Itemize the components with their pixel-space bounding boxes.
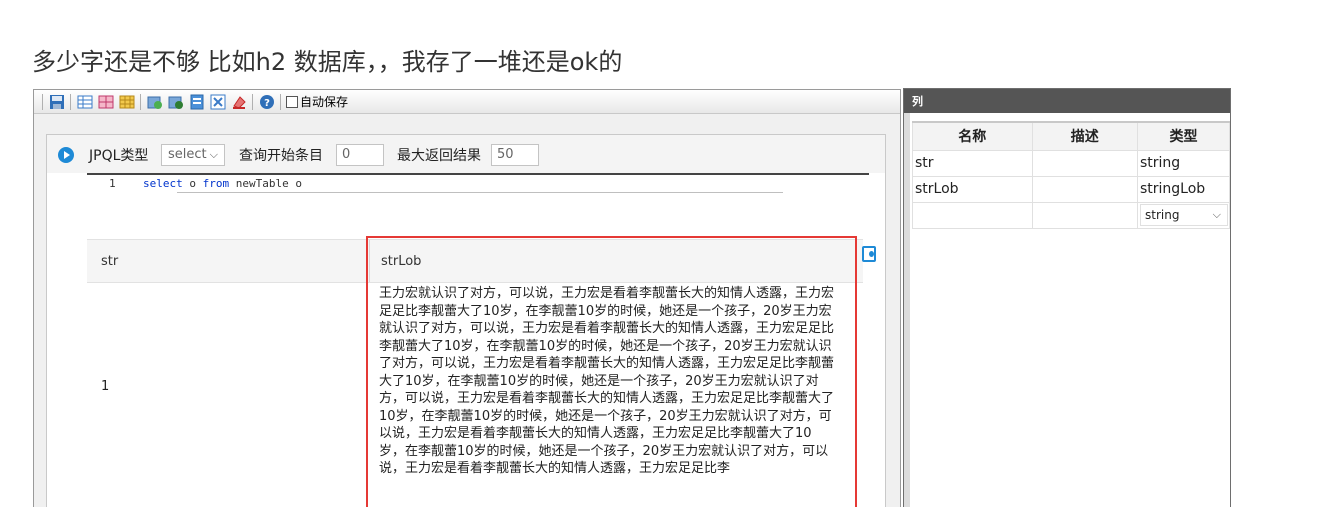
toolbar-separator: [70, 93, 71, 110]
refresh-icon[interactable]: [146, 94, 163, 110]
toolbar-separator: [140, 93, 141, 110]
toolbar-separator: [42, 93, 43, 110]
max-results-input[interactable]: 50: [491, 144, 539, 166]
type-select[interactable]: string ⌵: [1139, 204, 1228, 226]
autosave-checkbox[interactable]: 自动保存: [286, 93, 348, 110]
query-options-bar: JPQL类型 select ⌵ 查询开始条目 0 最大返回结果 50: [47, 135, 885, 173]
page-heading: 多少字还是不够 比如h2 数据库，，我存了一堆还是ok的: [32, 48, 623, 76]
jpql-type-select[interactable]: select ⌵: [161, 144, 225, 166]
toolbar-separator: [280, 93, 281, 110]
table-row[interactable]: str string: [912, 149, 1231, 177]
line-number: 1: [109, 177, 116, 190]
export-icon[interactable]: [862, 246, 876, 262]
jpql-type-label: JPQL类型: [89, 148, 149, 164]
chevron-down-icon: ⌵: [1212, 208, 1221, 221]
cell-str[interactable]: 1: [101, 379, 109, 394]
column-header-name[interactable]: 名称: [912, 121, 1033, 151]
column-header-str[interactable]: str: [101, 254, 118, 269]
table-icon[interactable]: [76, 94, 93, 110]
column-header-type[interactable]: 类型: [1136, 121, 1231, 151]
document-icon[interactable]: [188, 94, 205, 110]
run-query-icon[interactable]: [58, 147, 74, 163]
column-type-cell[interactable]: stringLob: [1136, 175, 1231, 203]
new-column-name-cell[interactable]: [912, 201, 1033, 229]
table-row[interactable]: strLob stringLob: [912, 175, 1231, 203]
editor-underline: [177, 192, 783, 193]
autosave-label: 自动保存: [300, 95, 349, 109]
keyword-from: from: [202, 177, 230, 190]
table-row-new[interactable]: string ⌵: [912, 201, 1231, 229]
column-panel: 列 名称 描述 类型 str string strLob stringLob s…: [903, 88, 1231, 507]
code-text: newTable o: [229, 177, 302, 190]
export-excel-icon[interactable]: [209, 94, 226, 110]
column-table: 名称 描述 类型 str string strLob stringLob str…: [912, 121, 1231, 229]
save-icon[interactable]: [48, 94, 65, 110]
column-header-desc[interactable]: 描述: [1031, 121, 1138, 151]
start-index-input[interactable]: 0: [336, 144, 384, 166]
toolbar-separator: [252, 93, 253, 110]
clear-icon[interactable]: [230, 94, 247, 110]
column-type-cell[interactable]: string: [1136, 149, 1231, 177]
column-name-cell[interactable]: str: [912, 149, 1033, 177]
grid-icon[interactable]: [97, 94, 114, 110]
highlight-annotation-box: [366, 236, 857, 507]
jpql-type-value: select: [168, 147, 207, 162]
start-index-label: 查询开始条目: [239, 148, 323, 164]
keyword-select: select: [143, 177, 183, 190]
type-select-value: string: [1144, 208, 1180, 222]
chevron-down-icon: ⌵: [209, 148, 218, 161]
svg-text:?: ?: [264, 98, 270, 109]
toolbar: ? 自动保存: [34, 90, 900, 114]
panel-splitter[interactable]: [904, 113, 910, 507]
code-text: o: [182, 177, 203, 190]
new-column-type-cell: string ⌵: [1136, 201, 1231, 229]
jpql-editor[interactable]: 1 select o from newTable o: [87, 173, 869, 235]
column-panel-title: 列: [904, 89, 1230, 113]
column-name-cell[interactable]: strLob: [912, 175, 1033, 203]
column-desc-cell[interactable]: [1031, 149, 1138, 177]
autosave-checkbox-box[interactable]: [286, 95, 298, 108]
new-column-desc-cell[interactable]: [1031, 201, 1138, 229]
column-desc-cell[interactable]: [1031, 175, 1138, 203]
database-icon[interactable]: [118, 94, 135, 110]
help-icon[interactable]: ?: [258, 94, 275, 110]
import-icon[interactable]: [167, 94, 184, 110]
code-line: 1 select o from newTable o: [109, 177, 302, 190]
max-results-label: 最大返回结果: [397, 148, 481, 164]
